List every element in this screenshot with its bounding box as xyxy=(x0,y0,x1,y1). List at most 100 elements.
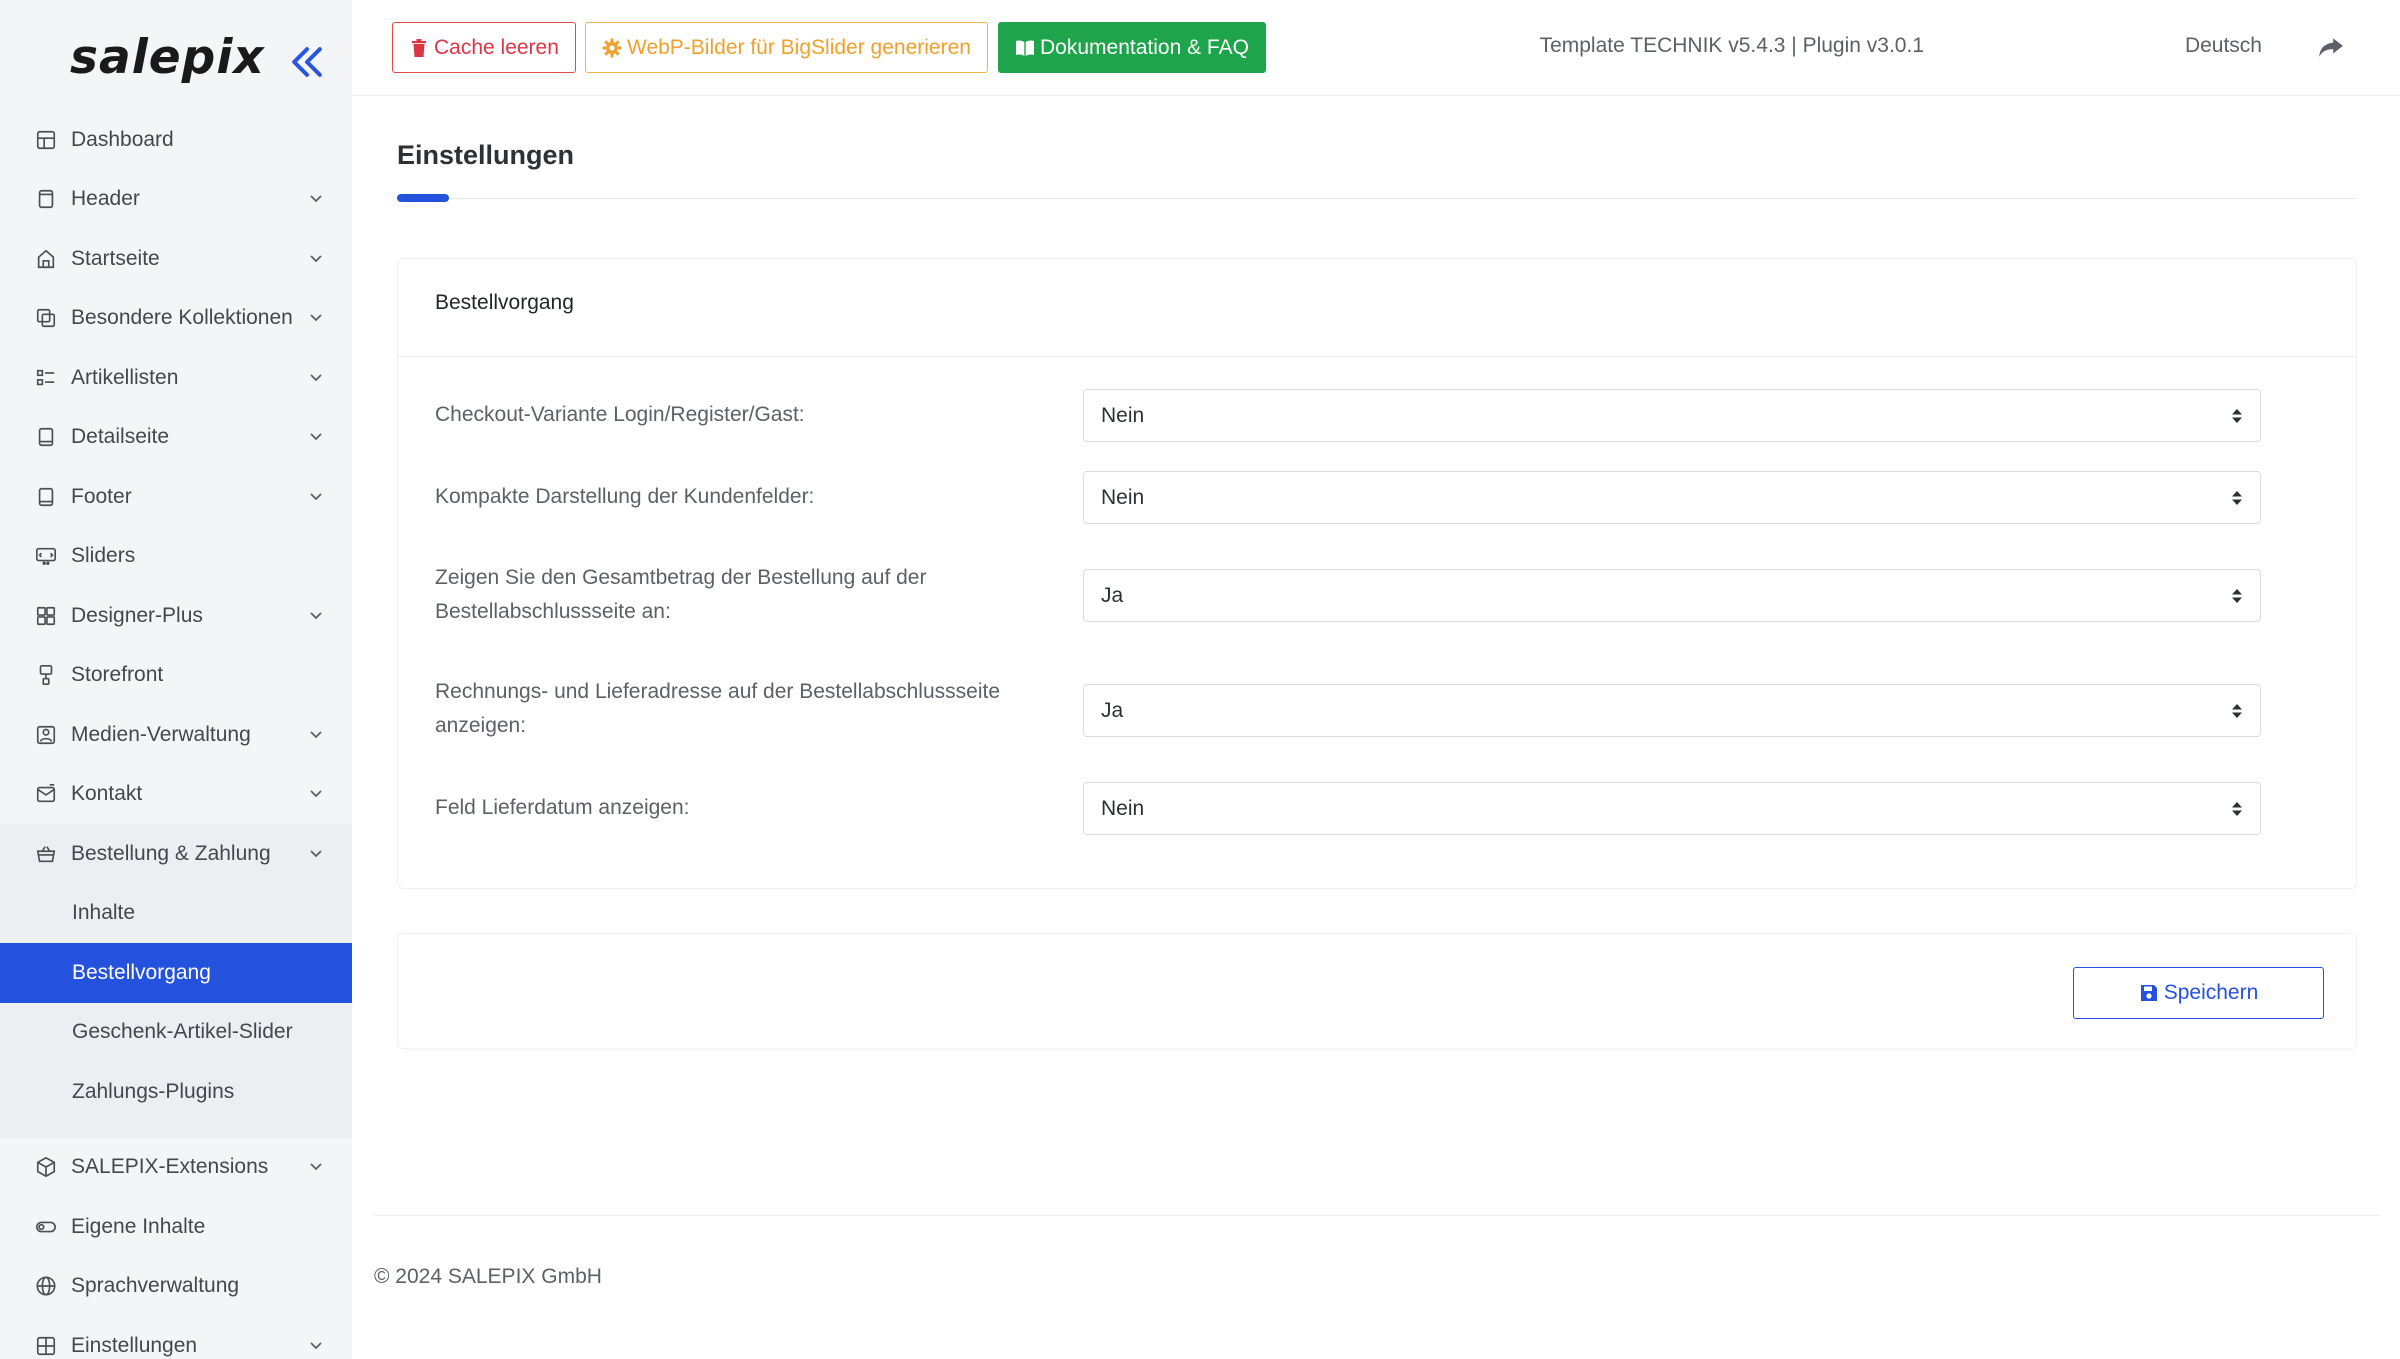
media-icon xyxy=(36,725,56,744)
select-kompakte-darstellung[interactable]: Nein xyxy=(1083,471,2261,524)
sidebar-item-label: Dashboard xyxy=(71,127,174,151)
generate-webp-button[interactable]: WebP-Bilder für BigSlider generieren xyxy=(585,22,988,73)
sidebar-item-sliders[interactable]: Sliders xyxy=(0,527,352,587)
sidebar-item-kontakt[interactable]: Kontakt xyxy=(0,765,352,825)
select-rechnungs-lieferadresse[interactable]: Ja xyxy=(1083,684,2261,737)
field-label-lieferdatum: Feld Lieferdatum anzeigen: xyxy=(435,796,690,819)
sidebar-item-bestellung-zahlung[interactable]: Bestellung & Zahlung xyxy=(0,824,352,884)
select-value: Nein xyxy=(1101,797,1145,820)
sidebar-item-label: Header xyxy=(71,187,140,211)
field-label-rechnungs-lieferadresse: Rechnungs- und Lieferadresse auf der Bes… xyxy=(435,680,1001,737)
documentation-button[interactable]: Dokumentation & FAQ xyxy=(998,22,1266,73)
sidebar-item-label: Kontakt xyxy=(71,782,143,806)
sidebar-subitem-inhalte[interactable]: Inhalte xyxy=(0,884,352,944)
title-divider xyxy=(397,198,2357,199)
sidebar-item-artikellisten[interactable]: Artikellisten xyxy=(0,348,352,408)
dashboard-icon xyxy=(36,130,56,149)
sidebar-item-label: SALEPIX-Extensions xyxy=(71,1155,269,1179)
sidebar-item-sprachverwaltung[interactable]: Sprachverwaltung xyxy=(0,1257,352,1317)
sidebar-item-label: Detailseite xyxy=(71,425,170,449)
card-title: Bestellvorgang xyxy=(435,291,574,314)
select-value: Nein xyxy=(1101,486,1145,509)
sidebar-item-eigene-inhalte[interactable]: Eigene Inhalte xyxy=(0,1197,352,1257)
globe-icon xyxy=(36,1276,56,1296)
footer-icon xyxy=(38,487,54,506)
slider-icon xyxy=(36,548,56,566)
version-info: Template TECHNIK v5.4.3 | Plugin v3.0.1 xyxy=(1539,34,1924,57)
sidebar-item-label: Artikellisten xyxy=(71,365,179,389)
top-bar: Cache leeren WebP-Bilder für BigSlider g… xyxy=(352,0,2400,96)
sidebar-subitem-zahlungs-plugins[interactable]: Zahlungs-Plugins xyxy=(0,1062,352,1122)
select-value: Nein xyxy=(1101,404,1145,427)
chevron-down-icon xyxy=(310,731,322,739)
select-sort-icon xyxy=(2232,491,2242,505)
chevron-down-icon xyxy=(310,255,322,263)
title-accent-bar xyxy=(397,194,449,202)
storefront-icon xyxy=(39,665,53,686)
sidebar-item-salepix-extensions[interactable]: SALEPIX-Extensions xyxy=(0,1138,352,1198)
select-sort-icon xyxy=(2232,589,2242,603)
sidebar-subitem-bestellvorgang[interactable]: Bestellvorgang xyxy=(0,943,352,1003)
share-arrow-icon[interactable] xyxy=(2318,34,2344,60)
sidebar-item-startseite[interactable]: Startseite xyxy=(0,229,352,289)
sidebar: salepix Dashboard Header Startseite Beso… xyxy=(0,0,352,1359)
generate-webp-label: WebP-Bilder für BigSlider generieren xyxy=(627,35,971,59)
save-button[interactable]: Speichern xyxy=(2073,967,2324,1019)
sidebar-item-detailseite[interactable]: Detailseite xyxy=(0,408,352,468)
sidebar-item-label: Startseite xyxy=(71,246,160,270)
submenu-spacer xyxy=(0,1122,352,1138)
chevron-down-icon xyxy=(310,195,322,203)
sidebar-subitem-geschenk-artikel-slider[interactable]: Geschenk-Artikel-Slider xyxy=(0,1003,352,1063)
sidebar-item-label: Sliders xyxy=(71,544,136,568)
actions-card: Speichern xyxy=(397,933,2357,1049)
sidebar-item-label: Storefront xyxy=(71,663,164,687)
list-icon xyxy=(36,369,55,385)
chevron-down-icon xyxy=(310,612,322,620)
designer-icon xyxy=(36,606,56,625)
submenu-bestellung-zahlung: Inhalte Bestellvorgang Geschenk-Artikel-… xyxy=(0,883,352,1138)
settings-card: Bestellvorgang Checkout-Variante Login/R… xyxy=(397,258,2357,889)
sidebar-item-label: Einstellungen xyxy=(71,1333,198,1357)
sidebar-item-besondere-kollektionen[interactable]: Besondere Kollektionen xyxy=(0,289,352,349)
select-checkout-variante[interactable]: Nein xyxy=(1083,389,2261,442)
brand-logo[interactable]: salepix xyxy=(70,30,265,85)
select-sort-icon xyxy=(2232,409,2242,423)
save-label: Speichern xyxy=(2163,981,2259,1004)
chevron-down-icon xyxy=(310,314,322,322)
select-value: Ja xyxy=(1101,699,1124,722)
sidebar-item-header[interactable]: Header xyxy=(0,170,352,230)
clear-cache-button[interactable]: Cache leeren xyxy=(392,22,576,73)
sidebar-item-einstellungen[interactable]: Einstellungen xyxy=(0,1316,352,1359)
chevron-down-icon xyxy=(310,1342,322,1350)
select-lieferdatum[interactable]: Nein xyxy=(1083,782,2261,835)
sidebar-item-label: Bestellung & Zahlung xyxy=(71,841,271,865)
sidebar-item-footer[interactable]: Footer xyxy=(0,467,352,527)
field-label-kompakte-darstellung: Kompakte Darstellung der Kundenfelder: xyxy=(435,485,815,508)
header-icon xyxy=(38,190,54,209)
select-gesamtbetrag[interactable]: Ja xyxy=(1083,569,2261,622)
sidebar-item-storefront[interactable]: Storefront xyxy=(0,646,352,706)
chevron-down-icon xyxy=(310,1163,322,1171)
select-sort-icon xyxy=(2232,802,2242,816)
documentation-label: Dokumentation & FAQ xyxy=(1040,35,1249,59)
chevron-down-icon xyxy=(310,493,322,501)
sidebar-item-designer-plus[interactable]: Designer-Plus xyxy=(0,586,352,646)
sidebar-item-label: Footer xyxy=(71,484,132,508)
detail-page-icon xyxy=(38,428,54,447)
sidebar-item-medien-verwaltung[interactable]: Medien-Verwaltung xyxy=(0,705,352,765)
collapse-sidebar-icon[interactable] xyxy=(285,40,329,84)
sidebar-item-label: Besondere Kollektionen xyxy=(71,306,293,330)
language-selector[interactable]: Deutsch xyxy=(2185,34,2262,58)
footer-copyright: © 2024 SALEPIX GmbH xyxy=(374,1265,602,1288)
gear-icon xyxy=(602,38,622,57)
extensions-icon xyxy=(36,1157,56,1178)
contact-icon xyxy=(36,784,56,803)
clear-cache-label: Cache leeren xyxy=(434,35,559,59)
footer-divider xyxy=(374,1215,2380,1216)
sidebar-item-dashboard[interactable]: Dashboard xyxy=(0,110,352,170)
floppy-disk-icon xyxy=(2140,985,2157,1001)
card-header: Bestellvorgang xyxy=(398,259,2356,357)
trash-icon xyxy=(412,38,426,57)
settings-grid-icon xyxy=(36,1336,56,1355)
basket-icon xyxy=(36,845,56,862)
